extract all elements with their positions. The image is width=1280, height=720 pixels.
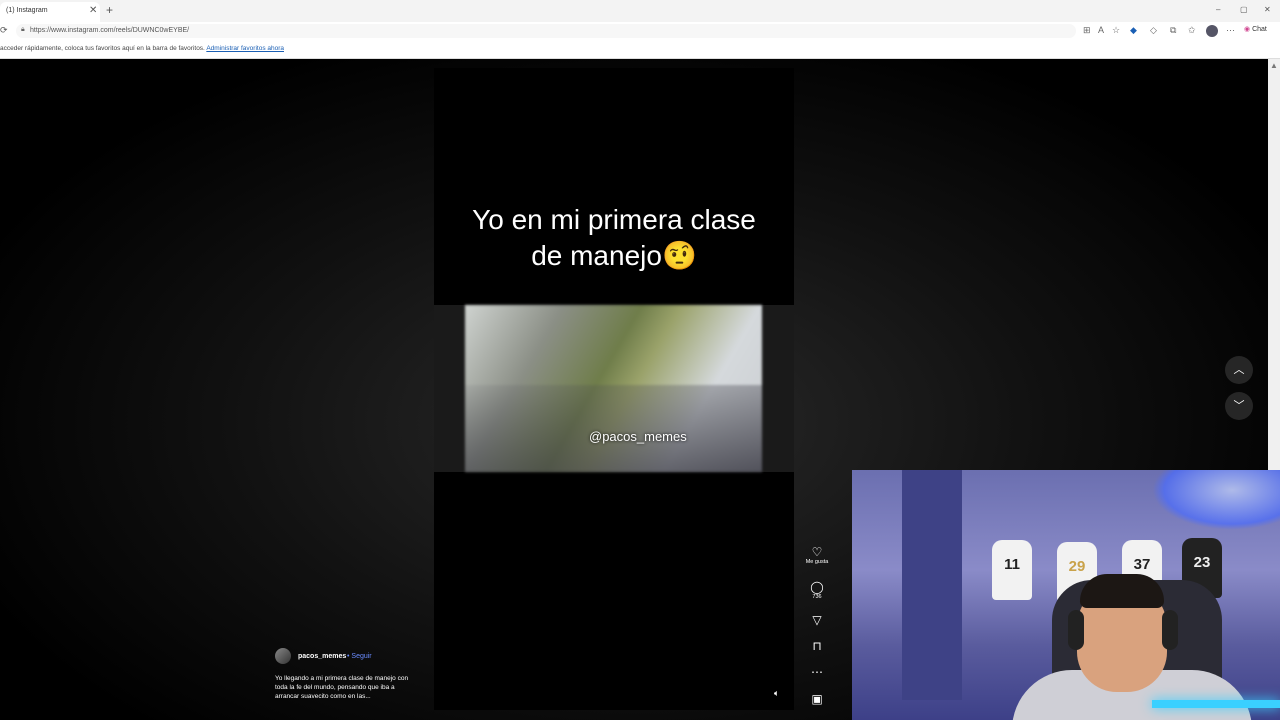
profile-avatar[interactable] [1206,25,1218,37]
jersey: 11 [992,540,1032,600]
save-button[interactable]: ⊓ [804,639,830,653]
headphone-right [1162,610,1178,650]
favorites-bar: acceder rápidamente, coloca tus favorito… [0,40,1280,59]
person-hair [1080,574,1164,608]
like-label: Me gusta [805,559,829,565]
ceiling-light-glow [1152,470,1280,530]
tab-close-icon[interactable]: ✕ [89,5,97,16]
share-button[interactable]: ▽ [804,613,830,627]
new-tab-button[interactable]: + [106,3,113,17]
like-button[interactable]: ♡ Me gusta [804,545,830,565]
favorites-icon[interactable]: ✩ [1188,25,1196,36]
settings-more-icon[interactable]: ⋯ [1226,25,1235,36]
mute-toggle-icon[interactable]: 🔈︎ [774,688,779,699]
previous-reel-button[interactable]: ︿ [1225,356,1253,384]
comment-icon: ◯ [810,580,824,594]
url-text[interactable]: https://www.instagram.com/reels/DUWNC0wE… [30,27,189,34]
favorite-star-icon[interactable]: ☆ [1112,25,1120,36]
reel-description[interactable]: Yo llegando a mi primera clase de manejo… [275,674,420,701]
close-window-button[interactable]: ✕ [1264,5,1271,14]
author-username[interactable]: pacos_memes [298,653,346,660]
follow-button[interactable]: • Seguir [347,653,372,660]
read-aloud-icon[interactable]: A [1098,25,1104,35]
more-icon: ⋯ [811,665,823,679]
browser-tab-bar: (1) Instagram ✕ + – ▢ ✕ [0,0,1280,22]
webcam-overlay: 11 29 37 23 [852,470,1280,720]
next-reel-button[interactable]: ﹀ [1225,392,1253,420]
reel-caption-line1: Yo en mi primera clase [472,204,756,235]
extension-2-icon[interactable]: ◇ [1150,25,1157,36]
minimize-button[interactable]: – [1216,5,1220,14]
background-door [902,470,962,700]
chevron-up-icon: ︿ [1233,364,1245,376]
share-icon: ▽ [812,613,822,627]
reload-icon[interactable]: ⟳ [0,25,8,36]
comment-count: 736 [812,594,822,600]
author-avatar[interactable] [275,648,291,664]
heart-icon: ♡ [811,545,823,559]
browser-tab[interactable]: (1) Instagram ✕ [0,2,100,22]
lock-icon[interactable]: 🔒︎ [21,26,25,34]
tab-title: (1) Instagram [6,7,48,14]
favorites-hint-text: acceder rápidamente, coloca tus favorito… [0,45,205,52]
audio-icon: ▣ [811,692,823,706]
reel-caption-line2: de manejo🤨 [531,240,697,271]
copilot-button[interactable]: ◉ Chat [1244,25,1267,33]
reel-video-frame[interactable]: @pacos_memes [434,305,794,472]
favorites-hint: acceder rápidamente, coloca tus favorito… [0,45,284,52]
maximize-button[interactable]: ▢ [1240,5,1248,14]
comment-button[interactable]: ◯ 736 [804,580,830,600]
address-bar-row: ⟳ 🔒︎ https://www.instagram.com/reels/DUW… [0,22,1280,40]
extension-icon[interactable]: ◆ [1130,25,1137,36]
more-button[interactable]: ⋯ [804,665,830,679]
split-screen-icon[interactable]: ⧉ [1170,25,1176,36]
scroll-up-icon[interactable]: ▲ [1270,61,1278,70]
led-strip [1152,700,1280,708]
reel-caption: Yo en mi primera clase de manejo🤨 [434,202,794,274]
headphone-left [1068,610,1084,650]
app-available-icon[interactable]: ⊞ [1083,25,1091,36]
car-window-scene [465,305,762,472]
reel-video-player[interactable]: Yo en mi primera clase de manejo🤨 @pacos… [434,68,794,710]
copilot-label: Chat [1252,26,1267,33]
chevron-down-icon: ﹀ [1233,400,1245,412]
video-watermark: @pacos_memes [589,429,687,444]
audio-thumb-button[interactable]: ▣ [804,692,830,706]
address-bar[interactable]: 🔒︎ https://www.instagram.com/reels/DUWNC… [16,24,1076,38]
bookmark-icon: ⊓ [812,639,822,653]
manage-favorites-link[interactable]: Administrar favoritos ahora [206,45,284,52]
